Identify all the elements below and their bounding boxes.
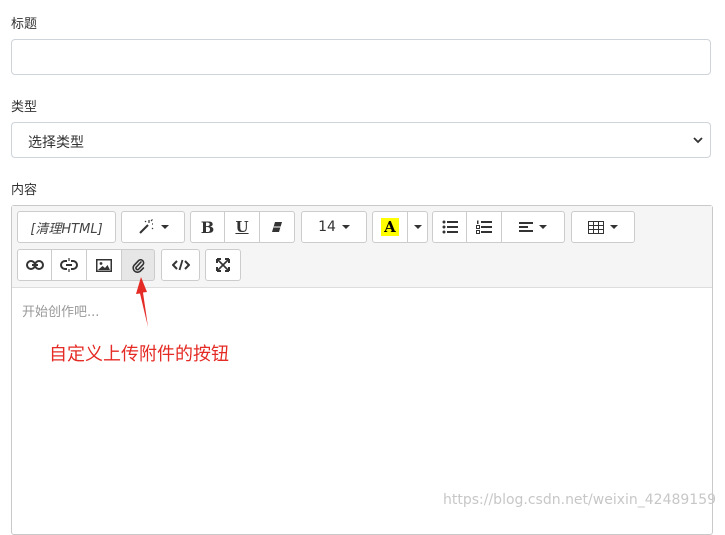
bold-button[interactable]: B	[190, 211, 225, 243]
table-icon	[588, 220, 604, 234]
editor-toolbar: [清理HTML] B U 14 A	[12, 206, 712, 288]
chevron-down-icon	[161, 225, 169, 229]
font-size-value: 14	[318, 219, 336, 235]
chevron-down-icon	[341, 225, 350, 229]
style-dropdown-button[interactable]	[121, 211, 185, 243]
underline-icon: U	[235, 218, 249, 236]
unlink-button[interactable]	[52, 249, 87, 281]
content-label: 内容	[11, 183, 38, 198]
color-group: A	[372, 211, 428, 243]
type-label: 类型	[11, 100, 38, 115]
font-color-button[interactable]: A	[372, 211, 408, 243]
chevron-down-icon	[693, 137, 703, 144]
paragraph-group	[432, 211, 565, 243]
ordered-list-icon	[476, 220, 492, 234]
title-label: 标题	[11, 17, 38, 32]
link-button[interactable]	[17, 249, 52, 281]
rich-text-editor: [清理HTML] B U 14 A 开始创作吧...	[11, 205, 713, 535]
font-style-group: B U	[190, 211, 295, 243]
type-select-value: 选择类型	[28, 135, 84, 151]
paperclip-icon	[132, 259, 145, 273]
watermark: https://blog.csdn.net/weixin_42489159	[443, 492, 717, 508]
chevron-down-icon	[610, 225, 618, 229]
fullscreen-button[interactable]	[205, 249, 241, 281]
align-icon	[519, 222, 533, 232]
clear-format-button[interactable]	[260, 211, 295, 243]
fullscreen-icon	[216, 258, 230, 272]
annotation-arrow	[136, 277, 148, 327]
underline-button[interactable]: U	[225, 211, 260, 243]
font-color-icon: A	[381, 218, 399, 236]
ordered-list-button[interactable]	[467, 211, 502, 243]
chevron-down-icon	[413, 225, 422, 229]
bold-icon: B	[200, 217, 215, 237]
image-button[interactable]	[87, 249, 122, 281]
type-select[interactable]: 选择类型	[11, 122, 711, 158]
chevron-down-icon	[539, 225, 547, 229]
unlink-icon	[60, 258, 78, 272]
unordered-list-icon	[442, 220, 458, 234]
image-icon	[96, 258, 112, 272]
editor-placeholder: 开始创作吧...	[22, 305, 100, 320]
color-dropdown-button[interactable]	[408, 211, 428, 243]
clean-html-button[interactable]: [清理HTML]	[17, 211, 116, 243]
table-dropdown-button[interactable]	[571, 211, 635, 243]
code-icon	[171, 259, 190, 271]
unordered-list-button[interactable]	[432, 211, 467, 243]
magic-icon	[139, 219, 154, 234]
annotation-text: 自定义上传附件的按钮	[49, 344, 229, 365]
align-dropdown-button[interactable]	[502, 211, 565, 243]
link-icon	[25, 260, 44, 270]
eraser-icon	[272, 222, 282, 232]
title-input[interactable]	[11, 39, 711, 75]
font-size-dropdown[interactable]: 14	[301, 211, 367, 243]
clean-html-label: [清理HTML]	[30, 221, 103, 237]
